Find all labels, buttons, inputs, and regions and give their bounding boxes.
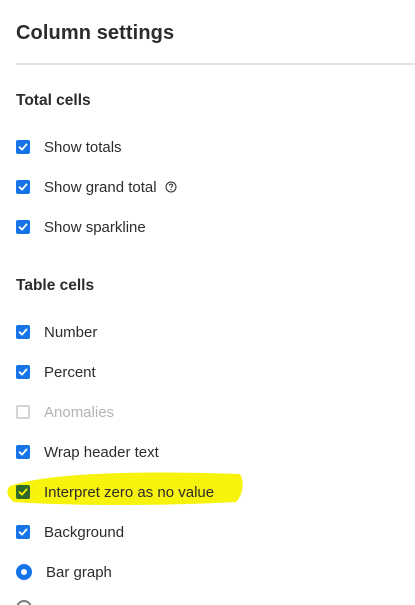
background-checkbox[interactable]: [16, 525, 30, 539]
wrap-header-text-option[interactable]: Wrap header text: [16, 442, 159, 462]
background-label: Background: [44, 523, 125, 541]
checkmark-icon: [18, 528, 28, 536]
percent-option[interactable]: Percent: [16, 362, 96, 382]
title-divider: [16, 63, 415, 65]
checkmark-icon: [18, 448, 28, 456]
checkmark-icon: [18, 368, 28, 376]
number-checkbox[interactable]: [16, 325, 30, 339]
checkmark-icon: [18, 143, 28, 151]
number-option[interactable]: Number: [16, 322, 97, 342]
column-settings-panel: Column settings Total cells Show totals …: [0, 0, 415, 605]
interpret-zero-option[interactable]: Interpret zero as no value: [16, 482, 214, 502]
bar-graph-option[interactable]: Bar graph: [16, 562, 112, 582]
panel-title: Column settings: [16, 22, 175, 44]
show-sparkline-checkbox[interactable]: [16, 220, 30, 234]
next-background-option[interactable]: [16, 598, 32, 605]
wrap-header-text-label: Wrap header text: [44, 443, 159, 461]
anomalies-option: Anomalies: [16, 402, 114, 422]
table-cells-heading: Table cells: [16, 277, 95, 294]
number-label: Number: [44, 323, 98, 341]
show-totals-option[interactable]: Show totals: [16, 137, 122, 157]
show-grand-total-option[interactable]: Show grand total: [16, 177, 177, 197]
interpret-zero-label: Interpret zero as no value: [44, 483, 215, 501]
percent-label: Percent: [44, 363, 96, 381]
checkmark-icon: [18, 328, 28, 336]
bar-graph-label: Bar graph: [46, 563, 112, 581]
percent-checkbox[interactable]: [16, 365, 30, 379]
show-grand-total-label: Show grand total: [44, 178, 157, 196]
checkmark-icon: [18, 488, 28, 496]
next-background-radio[interactable]: [16, 600, 32, 605]
show-grand-total-checkbox[interactable]: [16, 180, 30, 194]
anomalies-checkbox: [16, 405, 30, 419]
show-sparkline-option[interactable]: Show sparkline: [16, 217, 146, 237]
interpret-zero-checkbox[interactable]: [16, 485, 30, 499]
show-sparkline-label: Show sparkline: [44, 218, 146, 236]
bar-graph-radio[interactable]: [16, 564, 32, 580]
help-circle-icon[interactable]: [165, 181, 177, 193]
wrap-header-text-checkbox[interactable]: [16, 445, 30, 459]
checkmark-icon: [18, 223, 28, 231]
checkmark-icon: [18, 183, 28, 191]
anomalies-label: Anomalies: [44, 403, 115, 421]
show-totals-checkbox[interactable]: [16, 140, 30, 154]
background-option[interactable]: Background: [16, 522, 124, 542]
total-cells-heading: Total cells: [16, 92, 91, 109]
show-totals-label: Show totals: [44, 138, 122, 156]
